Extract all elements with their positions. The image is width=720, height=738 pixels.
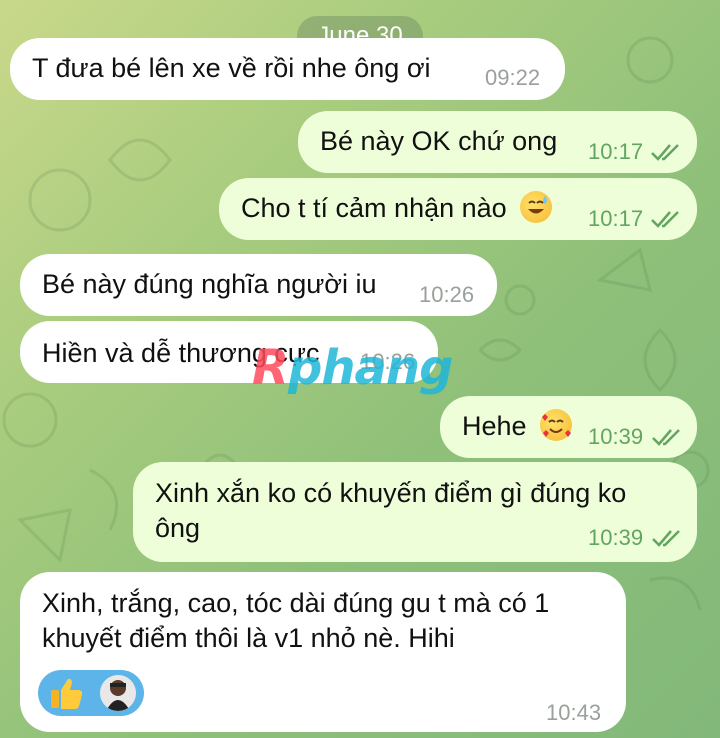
message-time: 10:39: [588, 424, 644, 449]
message-text: T đưa bé lên xe về rồi nhe ông ơi: [32, 53, 431, 83]
message-text: Hehe: [462, 408, 573, 444]
message-time: 10:17: [588, 139, 644, 164]
message-time: 10:43: [546, 700, 602, 725]
outgoing-message[interactable]: Bé này OK chứ ong 10:17: [298, 111, 697, 173]
reactor-avatar: [98, 673, 138, 713]
outgoing-message[interactable]: Xinh xắn ko có khuyến điểm gì đúng ko ôn…: [133, 462, 697, 562]
message-text-line-2: khuyết điểm thôi là v1 nhỏ nè. Hihi: [42, 623, 455, 653]
incoming-message[interactable]: T đưa bé lên xe về rồi nhe ông ơi 09:22: [10, 38, 565, 100]
message-text: Bé này đúng nghĩa người iu: [42, 269, 377, 299]
incoming-message[interactable]: Bé này đúng nghĩa người iu 10:26: [20, 254, 497, 316]
watermark-logo: Rphang: [252, 340, 453, 396]
message-time: 10:26: [419, 282, 475, 307]
message-time: 10:39: [588, 525, 644, 550]
outgoing-message[interactable]: Hehe 10:39: [440, 396, 697, 458]
thumbs-up-icon: [51, 678, 83, 709]
reaction-pill[interactable]: [38, 670, 144, 716]
message-text-content: Hehe: [462, 411, 527, 441]
read-checkmarks-icon: [651, 144, 679, 161]
smiling-face-with-hearts-emoji: [540, 408, 573, 441]
message-text-line-1: Xinh, trắng, cao, tóc dài đúng gu t mà c…: [42, 588, 550, 618]
read-checkmarks-icon: [652, 530, 680, 547]
message-time: 10:17: [588, 206, 644, 231]
read-checkmarks-icon: [651, 211, 679, 228]
read-checkmarks-icon: [652, 429, 680, 446]
message-text: Cho t tí cảm nhận nào: [241, 190, 553, 226]
outgoing-message[interactable]: Cho t tí cảm nhận nào 10:17: [219, 178, 697, 240]
message-text-line-2: ông: [155, 513, 201, 543]
message-time: 09:22: [485, 65, 541, 90]
message-text-content: Cho t tí cảm nhận nào: [241, 193, 507, 223]
sweat-smile-emoji: [520, 190, 553, 223]
message-text: Bé này OK chứ ong: [320, 126, 558, 156]
message-text-line-1: Xinh xắn ko có khuyến điểm gì đúng ko: [155, 478, 627, 508]
